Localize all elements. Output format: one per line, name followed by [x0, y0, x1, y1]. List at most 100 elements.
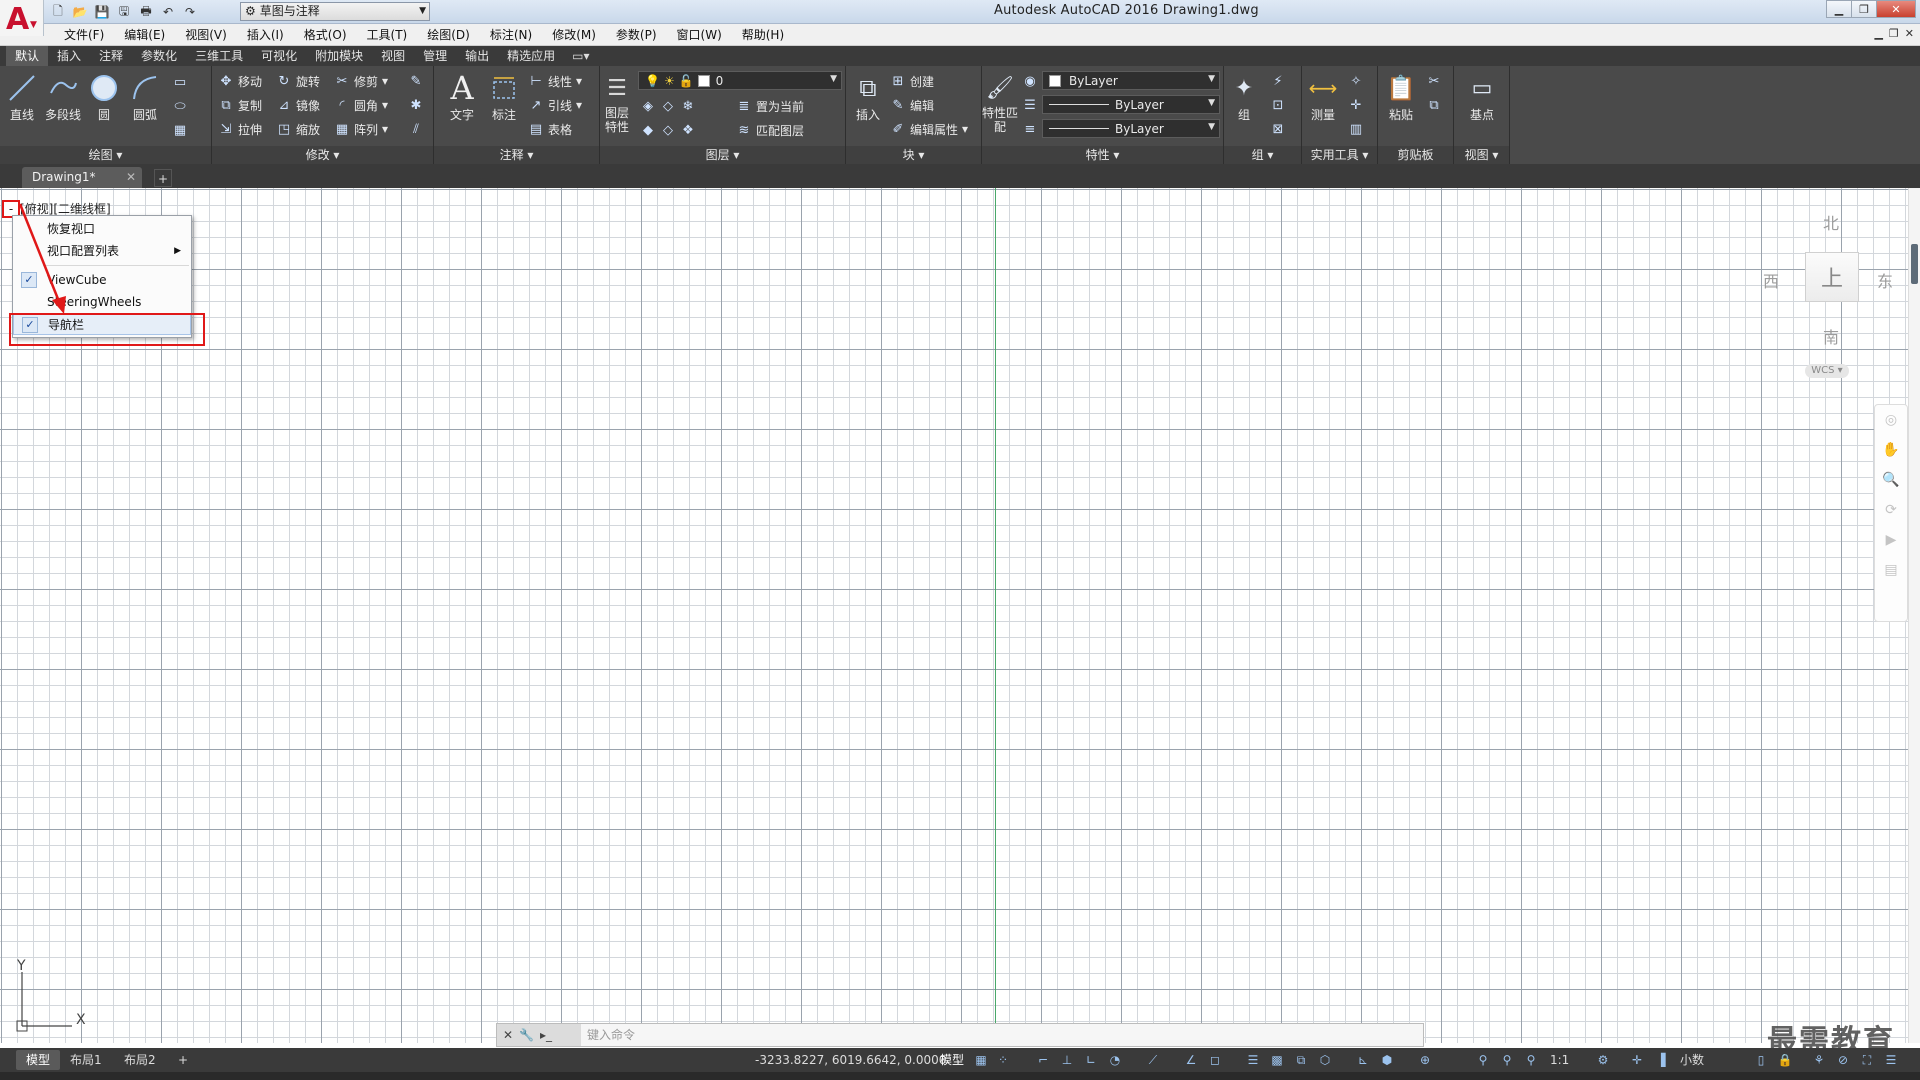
- block-panel-footer[interactable]: 块 ▾: [846, 146, 981, 164]
- model-space-button[interactable]: 模型: [940, 1048, 964, 1072]
- edit-block-button[interactable]: ✎ 编辑: [890, 95, 934, 115]
- close-button[interactable]: ✕: [1876, 0, 1916, 18]
- viewcube[interactable]: 北 西 东 上 南 WCS ▾: [1755, 200, 1905, 390]
- tab-3d-tools[interactable]: 三维工具: [186, 46, 252, 66]
- quick-select-button[interactable]: ✧: [1348, 71, 1364, 91]
- isodraft-icon[interactable]: ⟋: [1145, 1052, 1161, 1068]
- wrench-icon[interactable]: 🔧: [519, 1028, 534, 1042]
- rectangle-button[interactable]: ▭: [172, 72, 188, 92]
- tab-manage[interactable]: 管理: [414, 46, 456, 66]
- array-button[interactable]: ▦ 阵列 ▾: [334, 119, 388, 139]
- snap-icon[interactable]: ⁘: [995, 1052, 1011, 1068]
- arc-button[interactable]: 圆弧: [125, 70, 165, 123]
- viewcube-north[interactable]: 北: [1823, 210, 1839, 234]
- properties-panel-footer[interactable]: 特性 ▾: [982, 146, 1223, 164]
- edit-attributes-button[interactable]: ✐ 编辑属性 ▾: [890, 119, 969, 139]
- scale-button[interactable]: ◳ 缩放: [276, 119, 320, 139]
- quick-properties-icon[interactable]: ▯: [1753, 1052, 1769, 1068]
- match-properties-button[interactable]: 🖌 特性匹配: [982, 70, 1018, 135]
- menu-edit[interactable]: 编辑(E): [114, 27, 175, 43]
- customization-menu-icon[interactable]: ☰: [1883, 1052, 1899, 1068]
- command-prompt-icon[interactable]: ▸_: [540, 1028, 552, 1042]
- add-layout-button[interactable]: +: [168, 1050, 198, 1070]
- zoom-icon[interactable]: 🔍: [1875, 465, 1907, 495]
- grid-icon[interactable]: ▦: [973, 1052, 989, 1068]
- menu-file[interactable]: 文件(F): [54, 27, 114, 43]
- redo-icon[interactable]: ↷: [180, 3, 200, 21]
- layer-freeze-icon[interactable]: ❄: [680, 98, 696, 114]
- tab-parametric[interactable]: 参数化: [132, 46, 186, 66]
- layer-select[interactable]: 💡 ☀ 🔓 0 ▼: [638, 71, 842, 90]
- copy-button[interactable]: ⧉ 复制: [218, 95, 262, 115]
- polar-icon[interactable]: ◔: [1107, 1052, 1123, 1068]
- viewcube-south[interactable]: 南: [1823, 324, 1839, 348]
- lock-ui-icon[interactable]: 🔒: [1777, 1052, 1793, 1068]
- group-select-button[interactable]: ⊠: [1270, 119, 1286, 139]
- lineweight-select[interactable]: ByLayer ▼: [1042, 119, 1220, 138]
- pan-icon[interactable]: ✋: [1875, 435, 1907, 465]
- menu-parametric[interactable]: 参数(P): [606, 27, 667, 43]
- ortho-icon[interactable]: ∟: [1083, 1052, 1099, 1068]
- annotation-visibility-icon[interactable]: ⚲: [1475, 1052, 1491, 1068]
- leader-button[interactable]: ↗ 引线 ▾: [528, 95, 583, 115]
- isolate-objects-icon[interactable]: ▐: [1653, 1052, 1669, 1068]
- navbar-settings-icon[interactable]: ▤: [1875, 555, 1907, 585]
- doc-close-icon[interactable]: ✕: [1905, 27, 1914, 40]
- menu-window[interactable]: 窗口(W): [667, 27, 732, 43]
- modify-panel-footer[interactable]: 修改 ▾: [212, 146, 433, 164]
- annotation-scale-value[interactable]: 1:1: [1550, 1048, 1569, 1072]
- point-button[interactable]: ✛: [1348, 95, 1364, 115]
- measure-button[interactable]: ⟷ 测量: [1304, 70, 1342, 123]
- menu-view[interactable]: 视图(V): [175, 27, 237, 43]
- showmotion-icon[interactable]: ▶: [1875, 525, 1907, 555]
- layer-isolate-icon[interactable]: ◇: [660, 98, 676, 114]
- scrollbar-thumb[interactable]: [1911, 244, 1918, 284]
- object-snap-tracking-icon[interactable]: ∠: [1183, 1052, 1199, 1068]
- plot-icon[interactable]: 🖶: [136, 3, 156, 21]
- offset-button[interactable]: ⫽: [408, 119, 424, 139]
- menu-tools[interactable]: 工具(T): [357, 27, 418, 43]
- viewcube-west[interactable]: 西: [1763, 268, 1779, 292]
- tab-view[interactable]: 视图: [372, 46, 414, 66]
- menu-dimension[interactable]: 标注(N): [480, 27, 542, 43]
- text-button[interactable]: A 文字: [442, 69, 482, 123]
- hardware-acceleration-icon[interactable]: ⚘: [1811, 1052, 1827, 1068]
- clean-screen-icon[interactable]: ⛶: [1859, 1052, 1875, 1068]
- tab-insert[interactable]: 插入: [48, 46, 90, 66]
- doc-minimize-icon[interactable]: ▁: [1874, 27, 1882, 40]
- dynamic-input-icon[interactable]: ⊥: [1059, 1052, 1075, 1068]
- utilities-panel-footer[interactable]: 实用工具 ▾: [1302, 146, 1377, 164]
- layer-properties-button[interactable]: ☰ 图层特性: [600, 70, 634, 135]
- match-layer-button[interactable]: ≋ 匹配图层: [736, 120, 804, 140]
- mirror-button[interactable]: ⊿ 镜像: [276, 95, 320, 115]
- new-tab-button[interactable]: +: [154, 169, 172, 187]
- save-icon[interactable]: 💾: [92, 3, 112, 21]
- line-button[interactable]: 直线: [2, 70, 42, 123]
- gizmo-icon[interactable]: ⊕: [1417, 1052, 1433, 1068]
- menu-help[interactable]: 帮助(H): [732, 27, 794, 43]
- groups-panel-footer[interactable]: 组 ▾: [1224, 146, 1301, 164]
- base-view-button[interactable]: ▭ 基点: [1462, 70, 1502, 123]
- color-select[interactable]: ByLayer ▼: [1042, 71, 1220, 90]
- minimize-button[interactable]: ▁: [1826, 0, 1852, 18]
- group-edit-button[interactable]: ⊡: [1270, 95, 1286, 115]
- viewport-view-label[interactable]: [俯视][二维线框]: [20, 202, 111, 216]
- viewcube-east[interactable]: 东: [1877, 268, 1893, 292]
- polyline-button[interactable]: 多段线: [43, 70, 83, 123]
- layers-panel-footer[interactable]: 图层 ▾: [600, 146, 845, 164]
- full-navigation-wheel-icon[interactable]: ◎: [1875, 405, 1907, 435]
- group-button[interactable]: ✦ 组: [1226, 70, 1262, 123]
- selection-cycling-icon[interactable]: ⧉: [1293, 1052, 1309, 1068]
- isolate-icon[interactable]: ⊘: [1835, 1052, 1851, 1068]
- menu-item-viewport-config[interactable]: 视口配置列表 ▶: [13, 240, 191, 262]
- tab-default[interactable]: 默认: [6, 46, 49, 66]
- menu-item-restore-viewport[interactable]: 恢复视口: [13, 218, 191, 240]
- annotation-scale-icon[interactable]: ⚲: [1523, 1052, 1539, 1068]
- annotation-monitor-icon[interactable]: ✛: [1629, 1052, 1645, 1068]
- infer-constraints-icon[interactable]: ⌐: [1035, 1052, 1051, 1068]
- copy-clip-button[interactable]: ⧉: [1426, 95, 1442, 115]
- menu-item-viewcube[interactable]: ✓ ViewCube: [13, 269, 191, 291]
- cut-button[interactable]: ✂: [1426, 71, 1442, 91]
- fillet-button[interactable]: ◜ 圆角 ▾: [334, 95, 388, 115]
- table-button[interactable]: ▤ 表格: [528, 119, 572, 139]
